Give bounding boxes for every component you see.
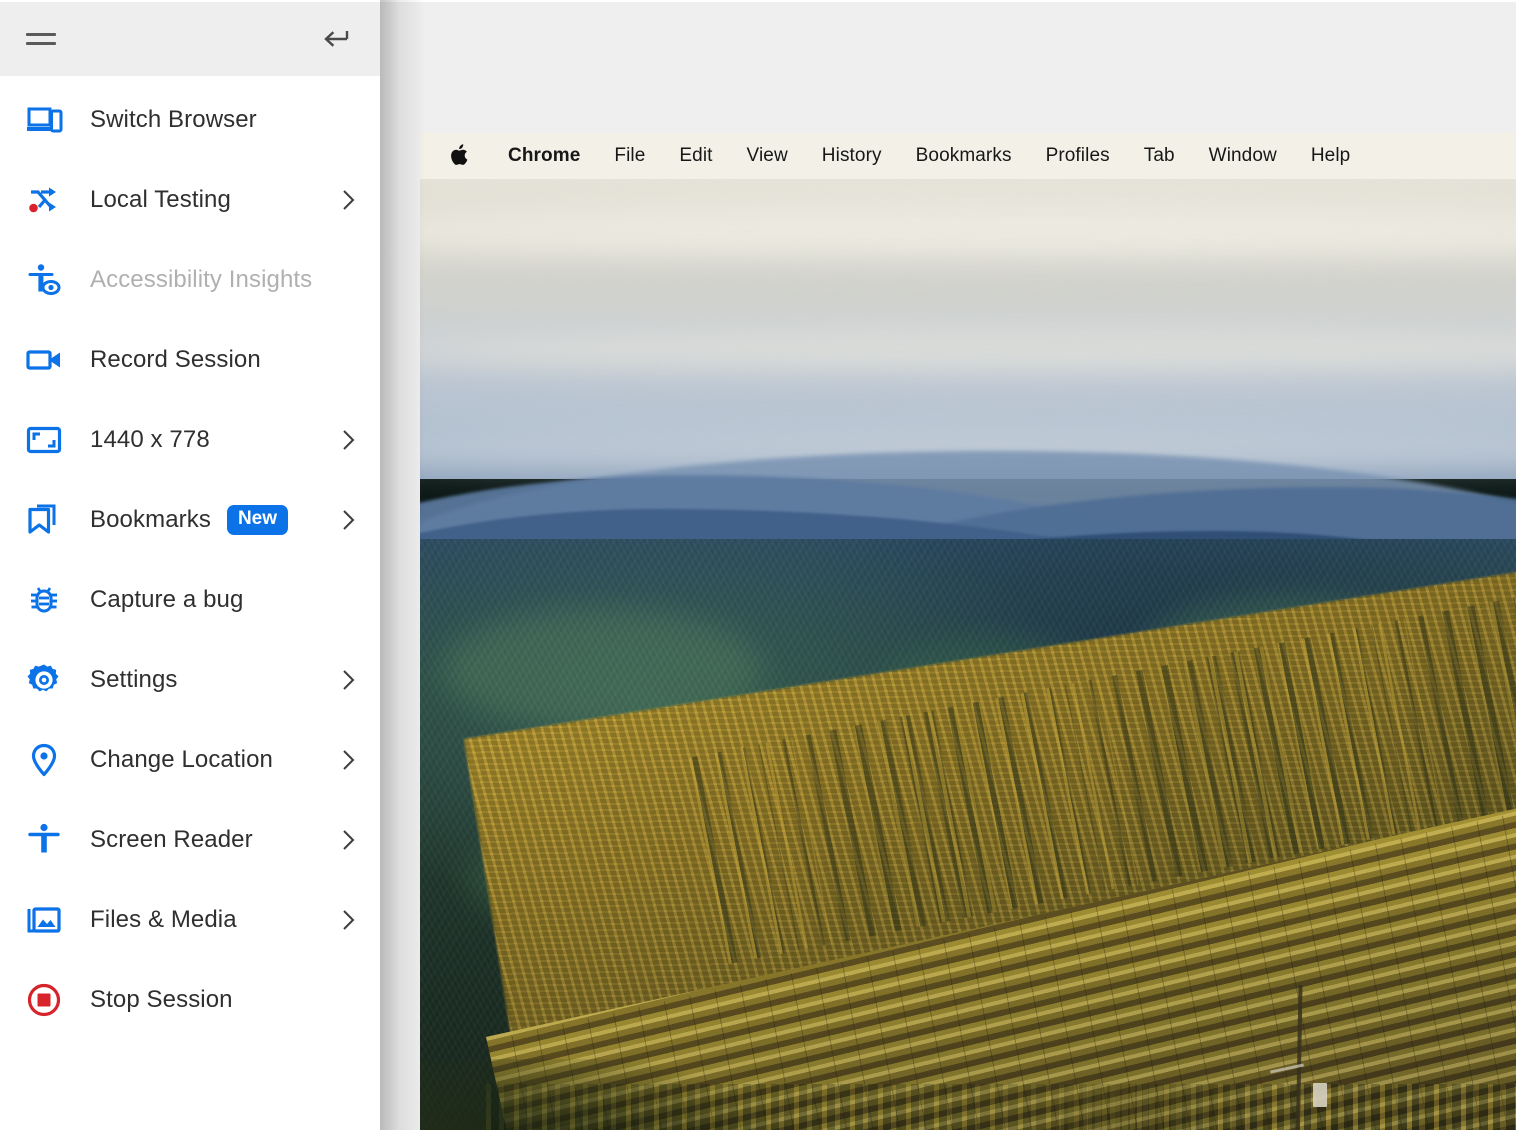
photo-foreground-trees-right [1055, 1084, 1516, 1130]
sidebar-item-label: Capture a bug [90, 586, 244, 613]
session-sidebar: Switch Browser Local Testing Accessibili… [0, 0, 380, 1130]
sidebar-header [0, 0, 380, 76]
resize-screen-icon [22, 418, 66, 462]
photo-cloud-band [420, 385, 1516, 425]
menu-item-edit[interactable]: Edit [662, 145, 729, 167]
sidebar-item-local-testing[interactable]: Local Testing [0, 160, 380, 240]
new-badge: New [226, 504, 289, 536]
stop-session-icon [22, 978, 66, 1022]
chevron-right-icon [340, 910, 358, 930]
sidebar-item-label: Stop Session [90, 986, 233, 1013]
menu-item-profiles[interactable]: Profiles [1029, 145, 1127, 167]
sidebar-menu-list: Switch Browser Local Testing Accessibili… [0, 76, 380, 1040]
browser-window: Chrome File Edit View History Bookmarks … [420, 133, 1516, 1130]
menu-item-view[interactable]: View [730, 145, 805, 167]
sidebar-item-label: Accessibility Insights [90, 266, 313, 293]
menu-item-help[interactable]: Help [1294, 145, 1367, 167]
desktop-top-hairline [380, 0, 1516, 2]
sidebar-item-label: Settings [90, 666, 178, 693]
chevron-right-icon [340, 750, 358, 770]
sidebar-item-accessibility-insights[interactable]: Accessibility Insights [0, 240, 380, 320]
screen-reader-person-icon [22, 818, 66, 862]
sidebar-item-screen-reader[interactable]: Screen Reader [0, 800, 380, 880]
chevron-right-icon [340, 830, 358, 850]
sidebar-item-label: 1440 x 778 [90, 426, 210, 453]
gear-icon [22, 658, 66, 702]
sidebar-item-capture-a-bug[interactable]: Capture a bug [0, 560, 380, 640]
app-root: Chrome File Edit View History Bookmarks … [0, 0, 1516, 1130]
menu-item-tab[interactable]: Tab [1127, 145, 1192, 167]
apple-logo-icon[interactable] [448, 143, 470, 169]
menu-item-file[interactable]: File [597, 145, 662, 167]
files-media-image-icon [22, 898, 66, 942]
sidebar-item-label: Files & Media [90, 906, 237, 933]
location-pin-icon [22, 738, 66, 782]
switch-browser-icon [22, 98, 66, 142]
photo-cloud-band [420, 265, 1516, 305]
menu-item-history[interactable]: History [805, 145, 899, 167]
menu-item-bookmarks[interactable]: Bookmarks [899, 145, 1029, 167]
sidebar-item-stop-session[interactable]: Stop Session [0, 960, 380, 1040]
sidebar-item-label: Record Session [90, 346, 261, 373]
local-testing-shuffle-icon [22, 178, 66, 222]
sidebar-item-files-media[interactable]: Files & Media [0, 880, 380, 960]
sidebar-item-settings[interactable]: Settings [0, 640, 380, 720]
sidebar-item-switch-browser[interactable]: Switch Browser [0, 80, 380, 160]
landscape-photo [420, 179, 1516, 1130]
chevron-right-icon [340, 430, 358, 450]
sidebar-item-label: Change Location [90, 746, 273, 773]
sidebar-item-label: Bookmarks [90, 506, 211, 533]
photo-cloud-band [420, 203, 1516, 261]
menu-item-window[interactable]: Window [1192, 145, 1294, 167]
collapse-arrow-icon[interactable] [322, 26, 354, 52]
bug-icon [22, 578, 66, 622]
hamburger-icon[interactable] [26, 29, 56, 49]
sidebar-item-record-session[interactable]: Record Session [0, 320, 380, 400]
sidebar-item-label: Switch Browser [90, 106, 257, 133]
mac-menu-bar: Chrome File Edit View History Bookmarks … [420, 133, 1516, 179]
menu-item-chrome[interactable]: Chrome [498, 145, 597, 167]
video-camera-icon [22, 338, 66, 382]
chevron-right-icon [340, 670, 358, 690]
chevron-right-icon [340, 190, 358, 210]
sidebar-item-label: Local Testing [90, 186, 231, 213]
chevron-right-icon [340, 510, 358, 530]
sidebar-item-resolution[interactable]: 1440 x 778 [0, 400, 380, 480]
accessibility-insights-icon [22, 258, 66, 302]
photo-utility-box [1313, 1083, 1327, 1107]
photo-cloud-band [420, 329, 1516, 375]
sidebar-item-change-location[interactable]: Change Location [0, 720, 380, 800]
sidebar-item-bookmarks[interactable]: Bookmarks New [0, 480, 380, 560]
sidebar-item-label: Screen Reader [90, 826, 253, 853]
bookmark-icon [22, 498, 66, 542]
